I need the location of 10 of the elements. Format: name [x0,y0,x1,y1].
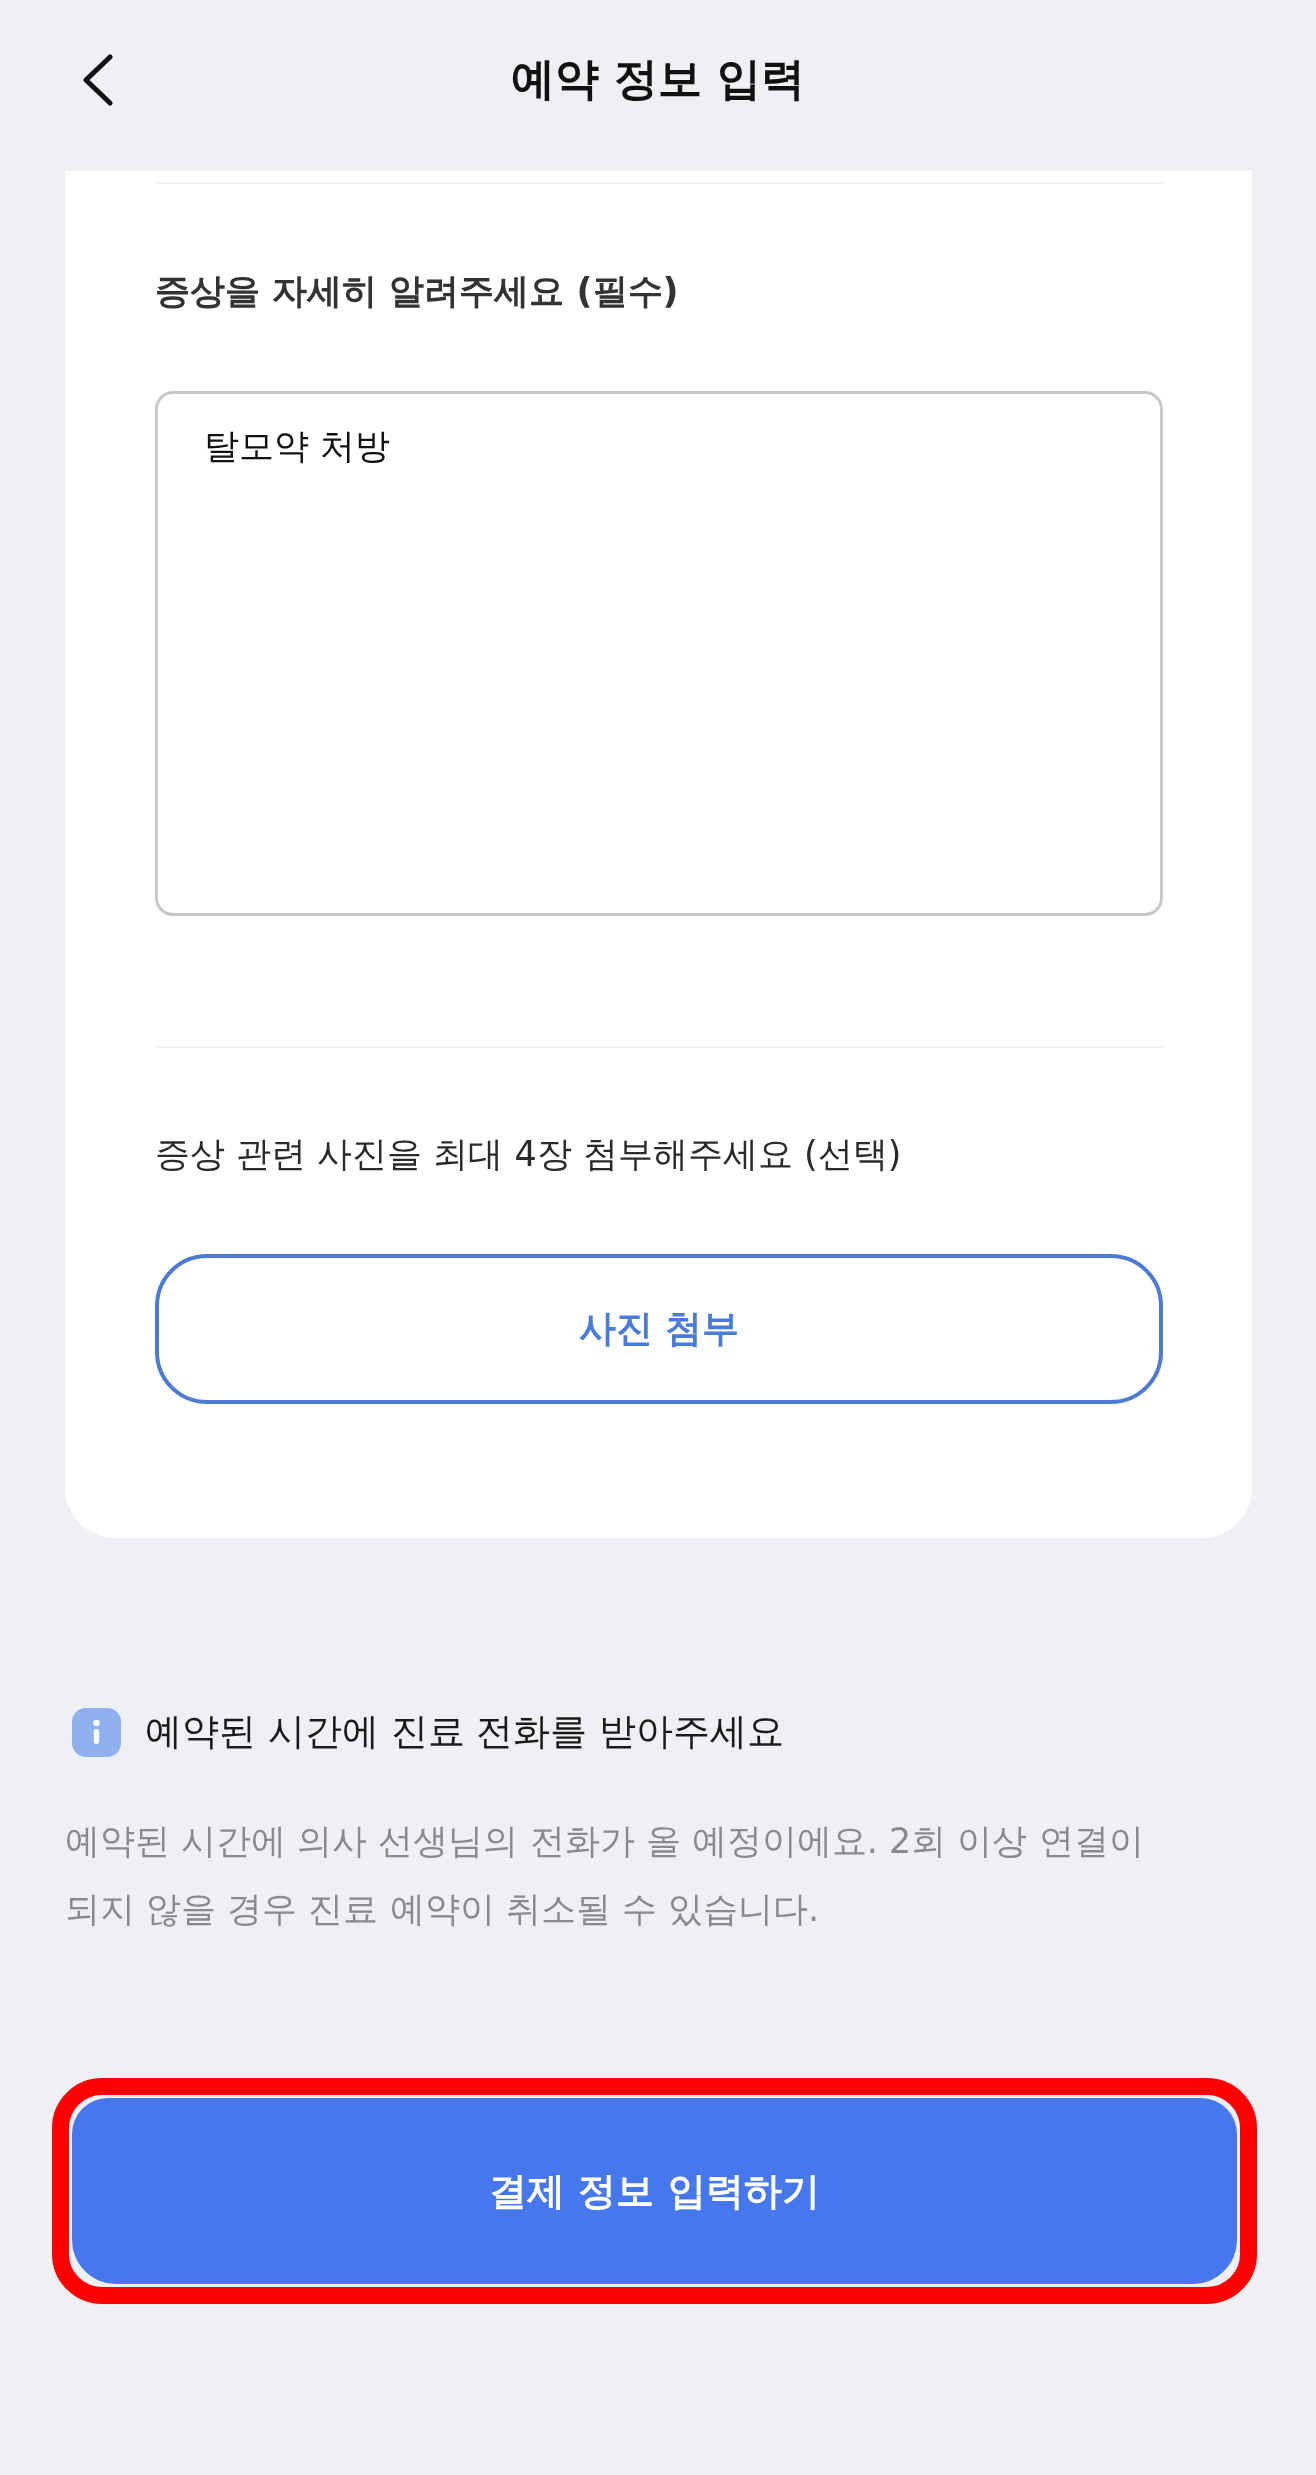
notice-text: 예약된 시간에 의사 선생님의 전화가 올 예정이에요. 2회 이상 연결이 되지 않을 경우 진료 예약이 취소될 수 있습니다. [65,1820,1145,1931]
photo-label: 증상 관련 사진을 최대 4장 첨부해주세요 (선택) [155,1133,903,1176]
info-icon [72,1707,121,1757]
back-icon[interactable] [80,54,114,106]
attach-photo-button[interactable]: 사진 첨부 [155,1254,1163,1404]
payment-info-button[interactable]: 결제 정보 입력하기 [72,2098,1237,2284]
symptom-label: 증상을 자세히 알려주세요 (필수) [155,270,680,313]
symptom-text-field[interactable]: 탈모약 처방 [155,391,1163,916]
page-title: 예약 정보 입력 [510,52,806,106]
notice-title: 예약된 시간에 진료 전화를 받아주세요 [145,1709,785,1755]
